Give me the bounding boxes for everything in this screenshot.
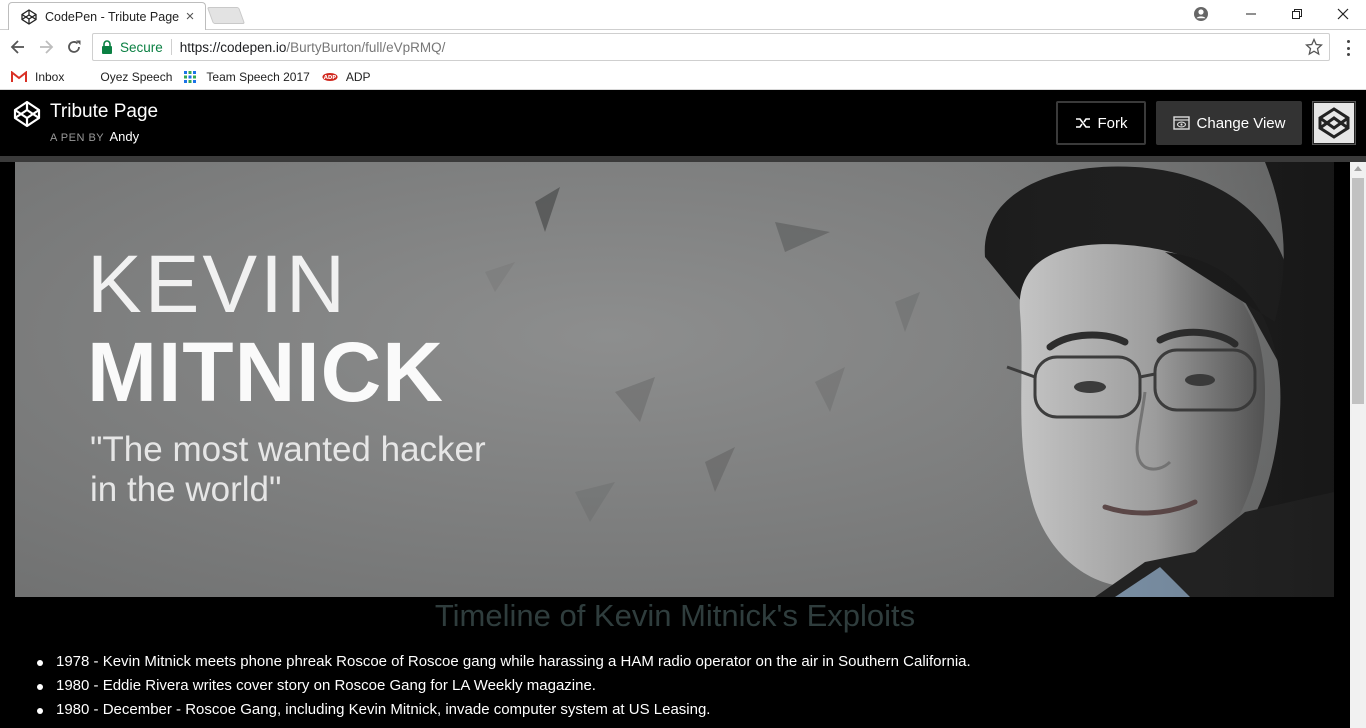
fork-button[interactable]: Fork <box>1056 101 1146 145</box>
change-view-button[interactable]: Change View <box>1156 101 1302 145</box>
timeline-item: 1978 - Kevin Mitnick meets phone phreak … <box>35 650 971 674</box>
bookmark-team-speech[interactable]: Team Speech 2017 <box>177 66 314 88</box>
secure-label: Secure <box>120 39 163 55</box>
close-tab-icon[interactable]: × <box>183 9 197 24</box>
pen-title: Tribute Page <box>50 101 159 122</box>
author-link[interactable]: Andy <box>110 129 140 144</box>
browser-tab[interactable]: CodePen - Tribute Page × <box>8 2 206 30</box>
bookmark-star-icon[interactable] <box>1305 38 1323 56</box>
hero-quote-line-1: "The most wanted hacker <box>90 430 486 469</box>
grid-icon <box>182 69 198 85</box>
codepen-header: Tribute Page A PEN BY Andy Fork Change V… <box>0 91 1366 156</box>
chrome-menu-icon[interactable] <box>1340 38 1356 58</box>
codepen-favicon-icon <box>21 8 37 25</box>
portrait-photo <box>945 162 1334 597</box>
restore-button[interactable] <box>1274 0 1320 28</box>
pen-byline: A PEN BY Andy <box>50 129 139 144</box>
timeline-item: 1980 - December - Roscoe Gang, including… <box>35 698 971 722</box>
hero-image: KEVIN MITNICK "The most wanted hacker in… <box>15 162 1334 597</box>
new-tab-button[interactable] <box>206 7 246 24</box>
omnibox-divider <box>170 39 172 55</box>
timeline-item: 1980 - Eddie Rivera writes cover story o… <box>35 674 971 698</box>
pen-preview: KEVIN MITNICK "The most wanted hacker in… <box>0 162 1350 728</box>
eye-window-icon <box>1172 116 1190 130</box>
scroll-up-arrow-icon[interactable] <box>1354 166 1362 171</box>
browser-toolbar: Secure https://codepen.io/BurtyBurton/fu… <box>0 30 1366 64</box>
forward-arrow-icon[interactable] <box>36 37 56 57</box>
preview-scrollbar[interactable] <box>1350 162 1366 728</box>
gmail-icon <box>11 69 27 85</box>
bookmark-adp[interactable]: ADP ADP <box>317 66 376 88</box>
reload-icon[interactable] <box>64 37 84 57</box>
address-bar[interactable]: Secure https://codepen.io/BurtyBurton/fu… <box>92 33 1330 61</box>
fork-label: Fork <box>1097 114 1128 132</box>
svg-text:ADP: ADP <box>324 75 337 81</box>
bookmark-label: Team Speech 2017 <box>206 69 310 84</box>
hero-quote-line-2: in the world" <box>90 470 282 510</box>
bookmark-label: Inbox <box>35 69 65 84</box>
url-host: https://codepen.io <box>179 39 287 55</box>
timeline-title: Timeline of Kevin Mitnick's Exploits <box>434 598 916 633</box>
back-arrow-icon[interactable] <box>8 37 28 57</box>
byline-prefix: A PEN BY <box>50 132 104 144</box>
timeline-list: 1978 - Kevin Mitnick meets phone phreak … <box>35 650 971 722</box>
fork-icon <box>1075 116 1091 130</box>
profile-icon[interactable] <box>1190 4 1212 24</box>
hero-last-name: MITNICK <box>87 325 444 419</box>
scroll-thumb[interactable] <box>1352 178 1364 404</box>
browser-tabstrip: CodePen - Tribute Page × <box>0 0 1366 30</box>
bookmark-label: Oyez Speech <box>100 69 173 84</box>
minimize-button[interactable] <box>1228 0 1274 28</box>
user-avatar[interactable] <box>1312 101 1356 145</box>
adp-icon: ADP <box>322 69 338 85</box>
bookmark-label: ADP <box>345 69 371 84</box>
bookmark-inbox[interactable]: Inbox <box>6 66 69 88</box>
change-view-label: Change View <box>1196 114 1286 132</box>
blank-icon <box>76 69 92 85</box>
tab-title: CodePen - Tribute Page <box>45 9 180 24</box>
close-window-button[interactable] <box>1320 0 1366 28</box>
codepen-logo-icon[interactable] <box>13 100 41 128</box>
bookmarks-bar: Inbox Oyez Speech Team Speech 2017 ADP A… <box>0 64 1366 90</box>
bookmark-oyez-speech[interactable]: Oyez Speech <box>71 66 177 88</box>
url-path: /BurtyBurton/full/eVpRMQ/ <box>286 39 446 55</box>
lock-icon <box>102 40 112 54</box>
hero-first-name: KEVIN <box>87 239 349 330</box>
hero-quote: "The most wanted hacker in the world" <box>90 430 486 511</box>
